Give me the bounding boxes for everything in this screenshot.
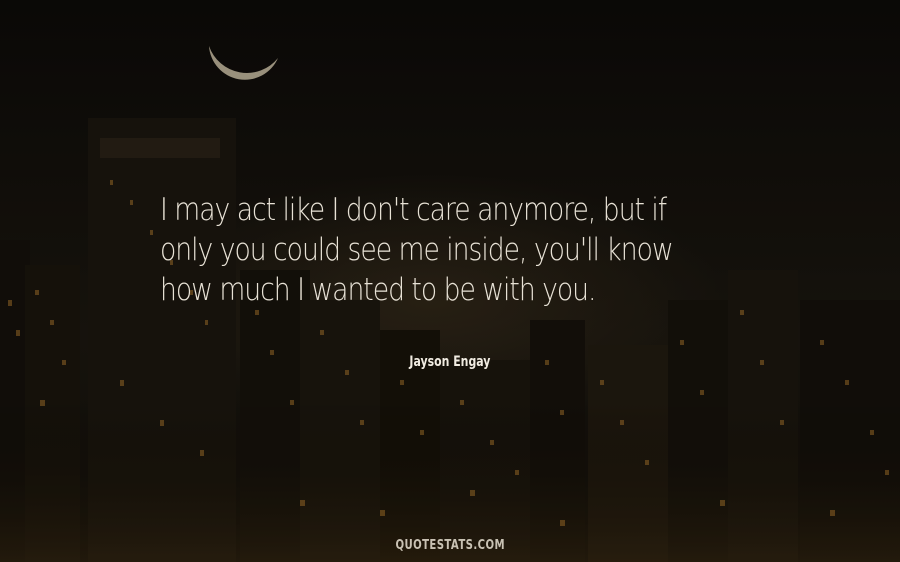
quote-text: I may act like I don't care anymore, but… [160,190,676,310]
site-watermark: QUOTESTATS.COM [0,538,900,553]
site-name: QUOTESTATS.COM [395,538,505,553]
quote-image: I may act like I don't care anymore, but… [0,0,900,562]
author-name: Jayson Engay [409,354,491,370]
quote-line: I may act like I don't care anymore, but… [160,192,667,228]
quote-author: Jayson Engay [0,354,900,370]
quote-line: only you could see me inside, you'll kno… [160,232,674,268]
quote-line: how much I wanted to be with you. [160,272,597,308]
